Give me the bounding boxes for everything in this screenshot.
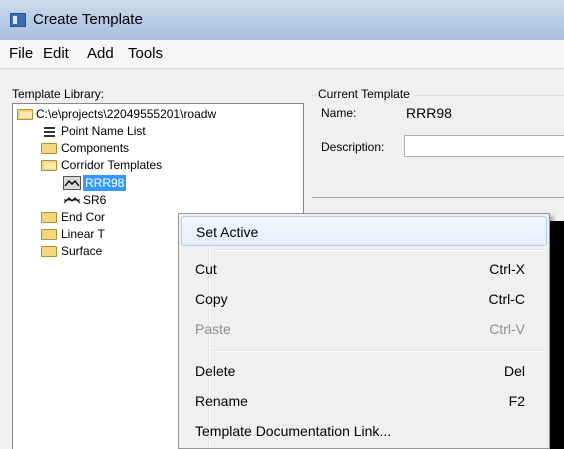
description-field[interactable] [404, 135, 564, 157]
tree-item-label: SR6 [83, 193, 107, 207]
description-label: Description: [321, 140, 385, 154]
menu-item-template-documentation-link[interactable]: Template Documentation Link... [181, 416, 547, 446]
tree-item-label: Linear T [61, 227, 105, 241]
menu-item-copy[interactable]: Copy Ctrl-C [181, 284, 547, 314]
menu-edit[interactable]: Edit [43, 45, 69, 62]
menu-item-delete[interactable]: Delete Del [181, 356, 547, 386]
menu-add[interactable]: Add [87, 45, 114, 62]
menu-item-shortcut: Del [503, 363, 525, 379]
tree-item-label: End Cor [61, 210, 106, 224]
menu-item-cut[interactable]: Cut Ctrl-X [181, 254, 547, 284]
tree-root-label: C:\e\projects\22049555201\roadw [36, 107, 217, 121]
title-bar: Create Template [0, 0, 564, 40]
current-template-group: Current Template Name: RRR98 Description… [312, 87, 564, 187]
tree-item-label: RRR98 [83, 175, 127, 191]
window-title: Create Template [33, 11, 143, 28]
menu-bar: File Edit Add Tools [0, 40, 564, 69]
open-folder-icon [41, 160, 57, 171]
menu-item-label: Rename [195, 393, 248, 409]
menu-item-shortcut: Ctrl-V [489, 321, 525, 337]
panel-divider [312, 197, 564, 198]
folder-icon [41, 212, 57, 223]
template-icon [63, 197, 81, 204]
menu-separator [213, 350, 545, 352]
folder-icon [41, 246, 57, 257]
menu-item-label: Cut [195, 261, 217, 277]
context-menu: Set Active Cut Ctrl-X Copy Ctrl-C Paste … [178, 213, 550, 449]
folder-icon [41, 143, 57, 154]
folder-icon [41, 229, 57, 240]
list-icon [41, 125, 55, 137]
menu-item-rename[interactable]: Rename F2 [181, 386, 547, 416]
menu-tools[interactable]: Tools [128, 45, 163, 62]
menu-item-set-active[interactable]: Set Active [181, 216, 547, 246]
app-icon [10, 13, 26, 27]
menu-item-label: Delete [195, 363, 236, 379]
menu-item-shortcut: F2 [508, 393, 525, 409]
tree-item-label: Corridor Templates [61, 158, 163, 172]
template-icon [63, 176, 81, 190]
menu-item-shortcut: Ctrl-X [489, 261, 525, 277]
name-label: Name: [321, 106, 357, 120]
menu-item-shortcut: Ctrl-C [488, 291, 525, 307]
menu-item-label: Set Active [196, 224, 259, 240]
menu-item-paste[interactable]: Paste Ctrl-V [181, 314, 547, 344]
tree-item-label: Surface [61, 244, 103, 258]
menu-item-label: Template Documentation Link... [195, 423, 392, 439]
open-folder-icon [17, 109, 33, 120]
tree-item-label: Components [61, 141, 130, 155]
menu-item-label: Copy [195, 291, 228, 307]
name-value: RRR98 [406, 105, 452, 121]
template-library-label: Template Library: [12, 87, 105, 101]
menu-item-label: Paste [195, 321, 231, 337]
menu-separator [213, 249, 545, 251]
tree-item-label: Point Name List [61, 124, 146, 138]
current-template-legend: Current Template [318, 87, 413, 101]
menu-file[interactable]: File [9, 45, 33, 62]
